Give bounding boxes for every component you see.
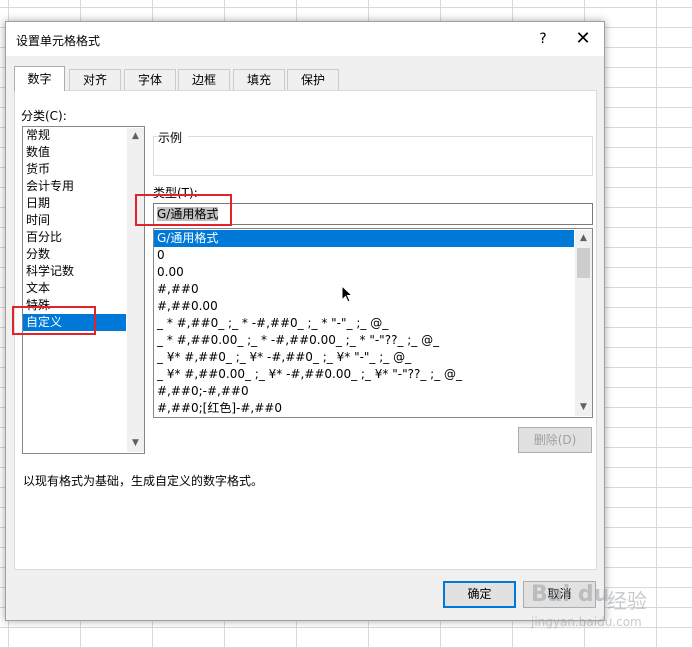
- tab-protection[interactable]: 保护: [287, 69, 339, 90]
- format-item[interactable]: _ ¥* #,##0.00_ ;_ ¥* -#,##0.00_ ;_ ¥* "-…: [157, 366, 462, 383]
- scroll-up-icon[interactable]: ▲: [575, 230, 592, 247]
- format-item[interactable]: G/通用格式: [154, 230, 574, 247]
- dialog-titlebar: 设置单元格格式 ? ✕: [6, 22, 604, 56]
- format-item[interactable]: #,##0;-#,##0: [157, 383, 249, 400]
- watermark-url: jingyan.baidu.com: [531, 615, 642, 629]
- category-scrollbar[interactable]: ▲ ▼: [127, 128, 144, 452]
- format-item[interactable]: #,##0;[红色]-#,##0: [157, 400, 282, 417]
- category-item-fraction[interactable]: 分数: [26, 246, 50, 263]
- sample-box: [153, 136, 593, 176]
- category-list[interactable]: 常规 数值 货币 会计专用 日期 时间 百分比 分数 科学记数 文本 特殊 自定…: [22, 126, 145, 454]
- close-button[interactable]: ✕: [572, 28, 594, 50]
- format-item[interactable]: _ ¥* #,##0_ ;_ ¥* -#,##0_ ;_ ¥* "-"_ ;_ …: [157, 349, 411, 366]
- format-item[interactable]: 0.00: [157, 264, 184, 281]
- scroll-down-icon[interactable]: ▼: [575, 399, 592, 416]
- watermark-cn: 经验: [607, 589, 647, 613]
- format-item[interactable]: #,##0: [157, 281, 199, 298]
- category-item-general[interactable]: 常规: [26, 127, 50, 144]
- watermark-logo: Bai du: [531, 582, 610, 607]
- category-item-percentage[interactable]: 百分比: [26, 229, 62, 246]
- format-list-scrollbar[interactable]: ▲ ▼: [575, 230, 592, 416]
- delete-button[interactable]: 删除(D): [518, 427, 592, 453]
- dialog-title: 设置单元格格式: [16, 34, 101, 48]
- mouse-cursor-icon: [341, 285, 353, 303]
- ok-button[interactable]: 确定: [443, 581, 516, 608]
- tab-border[interactable]: 边框: [178, 69, 230, 90]
- scroll-down-icon[interactable]: ▼: [127, 435, 144, 452]
- type-input[interactable]: G/通用格式: [153, 203, 593, 225]
- category-item-accounting[interactable]: 会计专用: [26, 178, 74, 195]
- number-tab-panel: 分类(C): 常规 数值 货币 会计专用 日期 时间 百分比 分数 科学记数 文…: [14, 90, 597, 570]
- type-label: 类型(T):: [153, 186, 198, 200]
- category-item-date[interactable]: 日期: [26, 195, 50, 212]
- category-item-special[interactable]: 特殊: [26, 297, 50, 314]
- baidu-watermark: Bai du 经验 jingyan.baidu.com: [531, 582, 661, 632]
- category-item-text[interactable]: 文本: [26, 280, 50, 297]
- category-item-currency[interactable]: 货币: [26, 161, 50, 178]
- tab-number[interactable]: 数字: [14, 66, 65, 91]
- format-cells-dialog: 设置单元格格式 ? ✕ 数字 对齐 字体 边框 填充 保护 分类(C): 常规 …: [5, 21, 605, 621]
- format-item[interactable]: _ * #,##0.00_ ;_ * -#,##0.00_ ;_ * "-"??…: [157, 332, 439, 349]
- category-label: 分类(C):: [21, 109, 67, 123]
- tab-alignment[interactable]: 对齐: [69, 69, 121, 90]
- category-item-time[interactable]: 时间: [26, 212, 50, 229]
- tab-fill[interactable]: 填充: [233, 69, 285, 90]
- scroll-up-icon[interactable]: ▲: [127, 128, 144, 145]
- type-input-value: G/通用格式: [157, 207, 219, 221]
- format-item[interactable]: #,##0.00: [157, 298, 218, 315]
- description-text: 以现有格式为基础，生成自定义的数字格式。: [23, 474, 264, 488]
- format-item[interactable]: _ * #,##0_ ;_ * -#,##0_ ;_ * "-"_ ;_ @_: [157, 315, 388, 332]
- scroll-thumb[interactable]: [577, 248, 590, 278]
- format-item[interactable]: 0: [157, 247, 165, 264]
- category-item-number[interactable]: 数值: [26, 144, 50, 161]
- category-item-scientific[interactable]: 科学记数: [26, 263, 74, 280]
- help-button[interactable]: ?: [532, 28, 554, 50]
- tab-font[interactable]: 字体: [124, 69, 176, 90]
- format-code-list[interactable]: G/通用格式 0 0.00 #,##0 #,##0.00 _ * #,##0_ …: [153, 228, 593, 418]
- category-item-custom[interactable]: 自定义: [23, 314, 126, 331]
